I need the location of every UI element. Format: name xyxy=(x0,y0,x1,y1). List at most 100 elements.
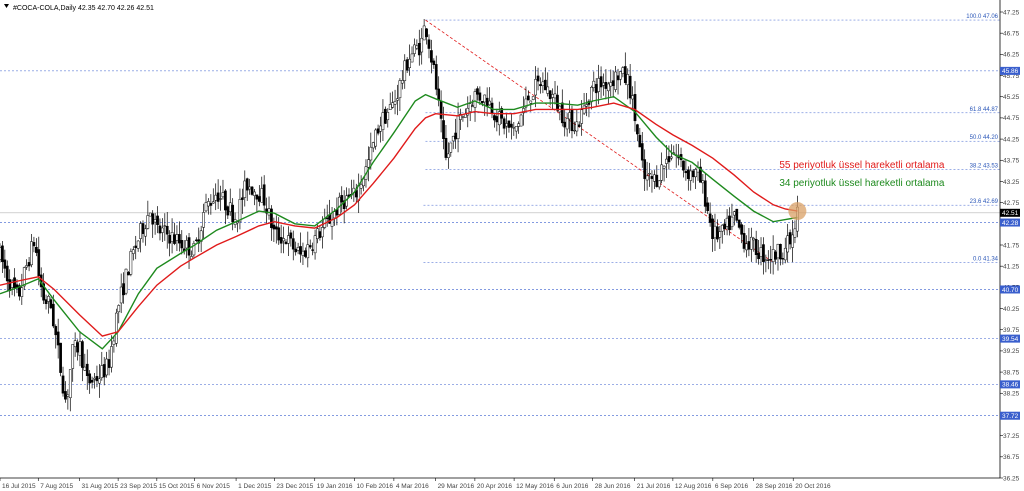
price-bar-body xyxy=(25,265,29,268)
price-bar-body xyxy=(177,234,181,244)
price-bar-body xyxy=(740,224,743,235)
price-bar-body xyxy=(90,379,94,383)
price-bar-body xyxy=(68,369,72,399)
price-bar-body xyxy=(546,86,550,94)
price-bar-body xyxy=(551,94,554,98)
price-bar-body xyxy=(662,165,666,169)
price-bar-body xyxy=(340,195,344,203)
price-bar-body xyxy=(279,237,283,244)
price-bar-body xyxy=(257,196,261,202)
y-tick-label: 44.25 xyxy=(1003,136,1020,143)
price-bar-body xyxy=(754,238,758,255)
chart-title: #COCA-COLA,Daily 42.35 42.70 42.26 42.51 xyxy=(13,5,154,12)
price-bar-body xyxy=(689,170,693,181)
price-bar-body xyxy=(631,95,634,100)
price-bar-body xyxy=(507,120,511,128)
price-bar-body xyxy=(114,312,118,344)
price-bar-body xyxy=(405,59,409,71)
price-bar-body xyxy=(161,227,164,233)
price-bar-body xyxy=(539,84,542,87)
price-bar-body xyxy=(173,234,176,244)
price-bar-body xyxy=(168,235,172,244)
price-bar-body xyxy=(764,259,768,261)
price-bar-body xyxy=(468,103,472,112)
price-bar-body xyxy=(163,225,167,227)
x-tick-label: 6 Sep 2016 xyxy=(715,483,749,490)
price-bar-body xyxy=(202,212,205,228)
price-bar-body xyxy=(781,258,785,260)
price-bar-body xyxy=(725,217,729,227)
price-bar-body xyxy=(614,71,617,90)
fibonacci-level-label: 100.0 47.06 xyxy=(966,14,998,20)
price-bar-body xyxy=(139,223,142,239)
price-bar-body xyxy=(105,358,108,376)
price-bar-body xyxy=(216,192,220,202)
y-tick-label: 43.75 xyxy=(1003,158,1020,165)
price-bar-body xyxy=(282,238,285,242)
price-bar-body xyxy=(708,213,712,223)
price-bar-body xyxy=(667,156,671,163)
price-level-tag-label: 45.86 xyxy=(1002,68,1019,75)
price-bar-body xyxy=(379,125,382,132)
price-bar-body xyxy=(3,259,7,269)
price-bar-body xyxy=(793,228,797,238)
price-bar-body xyxy=(250,186,254,195)
fibonacci-level-label: 61.8 44.87 xyxy=(970,107,999,113)
x-tick-label: 23 Sep 2015 xyxy=(120,483,157,490)
price-bar-body xyxy=(228,202,232,213)
price-bar-body xyxy=(442,120,445,139)
price-bar-body xyxy=(534,79,537,96)
x-tick-label: 29 Mar 2016 xyxy=(438,483,475,490)
price-bar-body xyxy=(386,112,390,121)
price-bar-body xyxy=(471,105,474,107)
price-bar-body xyxy=(313,235,317,254)
price-bar-body xyxy=(478,92,482,101)
price-bar-body xyxy=(85,363,89,376)
price-bar-body xyxy=(621,67,625,74)
price-bar-body xyxy=(388,104,392,110)
price-bar-body xyxy=(660,164,664,181)
price-bar-body xyxy=(88,373,92,384)
price-bar-body xyxy=(1,245,4,263)
price-bar-body xyxy=(238,199,242,223)
price-bar-body xyxy=(98,378,101,384)
price-bar-body xyxy=(371,142,375,149)
price-bar-body xyxy=(122,283,125,296)
price-bar-body xyxy=(71,344,75,369)
price-bar-body xyxy=(146,215,150,229)
x-tick-label: 28 Jun 2016 xyxy=(595,483,631,490)
price-bar-body xyxy=(536,75,540,82)
price-bar-body xyxy=(493,115,496,121)
price-bar-body xyxy=(27,262,31,267)
price-bar-body xyxy=(456,115,460,139)
price-bar-body xyxy=(61,375,65,394)
price-bar-body xyxy=(165,225,169,235)
price-bar-body xyxy=(580,109,584,124)
fibonacci-level-label: 50.0 44.20 xyxy=(970,135,999,141)
price-bar-body xyxy=(611,80,615,87)
price-bar-body xyxy=(320,227,324,238)
price-bar-body xyxy=(110,346,113,368)
price-bar-body xyxy=(175,234,179,241)
price-bar-body xyxy=(590,87,593,103)
price-bar-body xyxy=(633,94,637,122)
price-bar-body xyxy=(643,159,647,179)
price-bar-body xyxy=(44,299,48,304)
y-tick-label: 42.75 xyxy=(1003,200,1020,207)
price-bar-body xyxy=(100,365,104,379)
price-level-tag-label: 42.28 xyxy=(1002,220,1019,227)
price-chart: 100.0 47.06 61.8 44.87 50.0 44.20 38.2 43.5… xyxy=(0,0,1024,491)
price-bar-body xyxy=(669,156,673,159)
price-bar-body xyxy=(752,238,756,241)
price-bar-body xyxy=(78,341,82,356)
price-level-tag-label: 39.54 xyxy=(1002,336,1019,343)
y-tick-label: 37.25 xyxy=(1003,433,1020,440)
price-bar-body xyxy=(473,91,477,108)
price-bar-body xyxy=(774,251,777,260)
price-bar-body xyxy=(451,135,455,142)
price-bar-body xyxy=(745,243,748,251)
price-bar-body xyxy=(107,359,111,368)
price-bar-body xyxy=(306,244,310,259)
price-bar-body xyxy=(158,225,162,234)
y-tick-label: 46.25 xyxy=(1003,52,1020,59)
